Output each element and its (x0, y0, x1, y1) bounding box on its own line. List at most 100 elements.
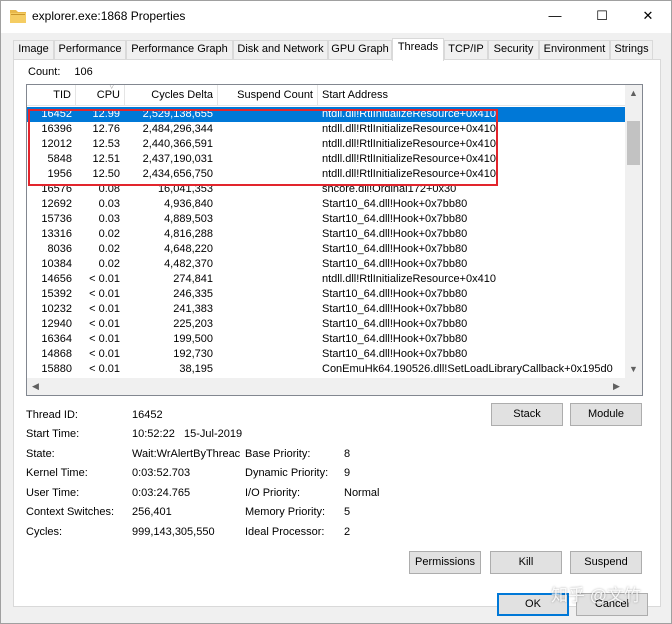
vertical-scrollbar[interactable]: ▲ ▼ (625, 85, 642, 378)
context-switches-value: 256,401 (132, 506, 172, 518)
stack-button[interactable]: Stack (491, 403, 563, 426)
start-address-cell: Start10_64.dll!Hook+0x7bb80 (322, 288, 468, 300)
table-row[interactable]: 15880 < 0.01 38,195 ConEmuHk64.190526.dll!S… (27, 362, 625, 377)
kill-button[interactable]: Kill (490, 551, 562, 574)
minimize-button[interactable]: — (532, 1, 578, 33)
cpu-cell: 12.76 (92, 123, 120, 135)
start-address-cell: shcore.dll!Ordinal172+0x30 (322, 183, 457, 195)
io-priority-label: I/O Priority: (245, 487, 301, 499)
table-row-selected[interactable]: 16452 12.99 2,529,138,655 ntdll.dll!RtlInit… (27, 107, 625, 122)
table-row[interactable]: 15736 0.03 4,889,503 Start10_64.dll!Hook+0x… (27, 212, 625, 227)
start-address-cell: ntdll.dll!RtlInitializeResource+0x410 (322, 168, 496, 180)
start-address-cell: ntdll.dll!RtlInitializeResource+0x410 (322, 273, 496, 285)
start-address-cell: Start10_64.dll!Hook+0x7bb80 (322, 198, 468, 210)
cycles-label: Cycles: (26, 526, 63, 538)
column-tid[interactable]: TID (27, 85, 76, 106)
tid-cell: 10232 (41, 303, 72, 315)
cycles-delta-cell: 2,529,138,655 (142, 108, 213, 120)
start-address-cell: ntdll.dll!RtlInitializeResource+0x410 (322, 153, 496, 165)
table-row[interactable]: 16396 12.76 2,484,296,344 ntdll.dll!RtlInit… (27, 122, 625, 137)
scroll-down-icon[interactable]: ▼ (625, 361, 642, 378)
cycles-delta-cell: 2,440,366,591 (142, 138, 213, 150)
maximize-button[interactable]: ☐ (579, 1, 625, 33)
table-row[interactable]: 15392 < 0.01 246,335 Start10_64.dll!Hook+0x… (27, 287, 625, 302)
tid-cell: 1956 (47, 168, 72, 180)
tid-cell: 16452 (41, 108, 72, 120)
tid-cell: 15736 (41, 213, 72, 225)
tid-cell: 16364 (41, 333, 72, 345)
ideal-processor-value: 2 (344, 526, 351, 538)
table-row[interactable]: 12940 < 0.01 225,203 Start10_64.dll!Hook+0x… (27, 317, 625, 332)
tab-tcpip[interactable]: TCP/IP (444, 40, 488, 60)
tab-threads[interactable]: Threads (392, 38, 444, 61)
cpu-cell: 0.08 (98, 183, 120, 195)
column-start-address[interactable]: Start Address (318, 85, 625, 106)
table-row[interactable]: 14656 < 0.01 274,841 ntdll.dll!RtlInitializ… (27, 272, 625, 287)
cycles-delta-cell: 4,816,288 (164, 228, 213, 240)
cpu-cell: 12.53 (92, 138, 120, 150)
table-row[interactable]: 1956 12.50 2,434,656,750 ntdll.dll!RtlIniti… (27, 167, 625, 182)
table-row[interactable]: 8036 0.02 4,648,220 Start10_64.dll!Hook+0x7… (27, 242, 625, 257)
cpu-cell: < 0.01 (89, 348, 120, 360)
ideal-processor-label: Ideal Processor: (245, 526, 325, 538)
scroll-left-icon[interactable]: ◀ (27, 378, 44, 395)
column-suspend-count[interactable]: Suspend Count (218, 85, 318, 106)
sort-descending-icon: ▽ (109, 84, 115, 90)
tab-environment[interactable]: Environment (539, 40, 610, 60)
cpu-cell: 12.99 (92, 108, 120, 120)
table-row[interactable]: 10384 0.02 4,482,370 Start10_64.dll!Hook+0x… (27, 257, 625, 272)
suspend-button[interactable]: Suspend (570, 551, 642, 574)
tid-cell: 12692 (41, 198, 72, 210)
permissions-button[interactable]: Permissions (409, 551, 481, 574)
table-row[interactable]: 10232 < 0.01 241,383 Start10_64.dll!Hook+0x… (27, 302, 625, 317)
tab-performance-graph[interactable]: Performance Graph (126, 40, 233, 60)
tid-cell: 16576 (41, 183, 72, 195)
cycles-delta-cell: 16,041,353 (157, 183, 213, 195)
column-cycles-delta[interactable]: Cycles Delta (125, 85, 218, 106)
table-row[interactable]: 13316 0.02 4,816,288 Start10_64.dll!Hook+0x… (27, 227, 625, 242)
cycles-delta-cell: 4,482,370 (164, 258, 213, 270)
tab-image[interactable]: Image (13, 40, 54, 60)
cpu-cell: 0.02 (98, 258, 120, 270)
table-row[interactable]: 16576 0.08 16,041,353 shcore.dll!Ordinal172… (27, 182, 625, 197)
tab-strings[interactable]: Strings (610, 40, 653, 60)
scroll-thumb[interactable] (627, 121, 640, 165)
state-value: Wait:WrAlertByThreac (132, 448, 240, 460)
start-address-cell: Start10_64.dll!Hook+0x7bb80 (322, 213, 468, 225)
module-button[interactable]: Module (570, 403, 642, 426)
table-row[interactable]: 12012 12.53 2,440,366,591 ntdll.dll!RtlInit… (27, 137, 625, 152)
scroll-corner (625, 378, 642, 395)
start-address-cell: Start10_64.dll!Hook+0x7bb80 (322, 333, 468, 345)
cpu-cell: < 0.01 (89, 273, 120, 285)
tab-disk-and-network[interactable]: Disk and Network (233, 40, 328, 60)
context-switches-label: Context Switches: (26, 506, 115, 518)
table-row[interactable]: 5848 12.51 2,437,190,031 ntdll.dll!RtlIniti… (27, 152, 625, 167)
state-label: State: (26, 448, 55, 460)
table-row[interactable]: 16364 < 0.01 199,500 Start10_64.dll!Hook+0x… (27, 332, 625, 347)
tab-gpu-graph[interactable]: GPU Graph (328, 40, 392, 60)
tab-performance[interactable]: Performance (54, 40, 126, 60)
column-cpu[interactable]: CPU (76, 85, 125, 106)
scroll-right-icon[interactable]: ▶ (608, 378, 625, 395)
tab-security[interactable]: Security (488, 40, 539, 60)
io-priority-value: Normal (344, 487, 380, 499)
base-priority-label: Base Priority: (245, 448, 311, 460)
window-title: explorer.exe:1868 Properties (32, 9, 186, 23)
kernel-time-value: 0:03:52.703 (132, 467, 191, 479)
table-row[interactable]: 12692 0.03 4,936,840 Start10_64.dll!Hook+0x… (27, 197, 625, 212)
tid-cell: 15392 (41, 288, 72, 300)
tid-cell: 15880 (41, 363, 72, 375)
properties-window: explorer.exe:1868 Properties — ☐ ✕ Image… (0, 0, 672, 624)
horizontal-scrollbar[interactable]: ◀ ▶ (27, 378, 625, 395)
close-button[interactable]: ✕ (625, 1, 671, 33)
user-time-label: User Time: (26, 487, 80, 499)
table-row[interactable]: 14868 < 0.01 192,730 Start10_64.dll!Hook+0x… (27, 347, 625, 362)
title-bar[interactable]: explorer.exe:1868 Properties — ☐ ✕ (1, 1, 671, 33)
start-time-value: 10:52:22 15-Jul-2019 (132, 428, 243, 440)
cpu-cell: < 0.01 (89, 288, 120, 300)
cycles-delta-cell: 241,383 (173, 303, 213, 315)
threads-list[interactable]: TID CPU Cycles Delta Suspend Count Start… (26, 84, 643, 396)
tid-cell: 16396 (41, 123, 72, 135)
cpu-cell: 0.02 (98, 228, 120, 240)
scroll-up-icon[interactable]: ▲ (625, 85, 642, 102)
